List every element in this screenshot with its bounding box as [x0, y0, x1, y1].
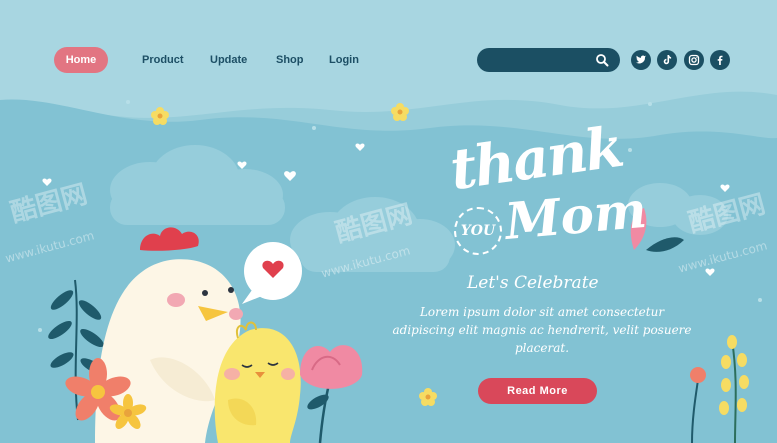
- twitter-icon[interactable]: [631, 50, 651, 70]
- facebook-icon[interactable]: [710, 50, 730, 70]
- nav-home-button[interactable]: Home: [54, 47, 108, 73]
- top-nav: Home Product Update Shop Login: [0, 0, 777, 120]
- hero-title-mom: Mom: [502, 179, 649, 251]
- read-more-button[interactable]: Read More: [478, 378, 597, 404]
- search-icon[interactable]: [595, 53, 609, 67]
- nav-link-login[interactable]: Login: [329, 53, 359, 67]
- hero-title-you-badge: YOU: [454, 207, 502, 255]
- hero-subtitle: Let's Celebrate: [467, 273, 599, 293]
- tiktok-icon[interactable]: [657, 50, 677, 70]
- search-bar: [477, 48, 620, 72]
- nav-link-update[interactable]: Update: [210, 53, 247, 67]
- search-input[interactable]: [477, 48, 597, 72]
- nav-link-product[interactable]: Product: [142, 53, 184, 67]
- hero-body-text: Lorem ipsum dolor sit amet consectetur a…: [392, 305, 692, 355]
- nav-link-shop[interactable]: Shop: [276, 53, 304, 67]
- instagram-icon[interactable]: [684, 50, 704, 70]
